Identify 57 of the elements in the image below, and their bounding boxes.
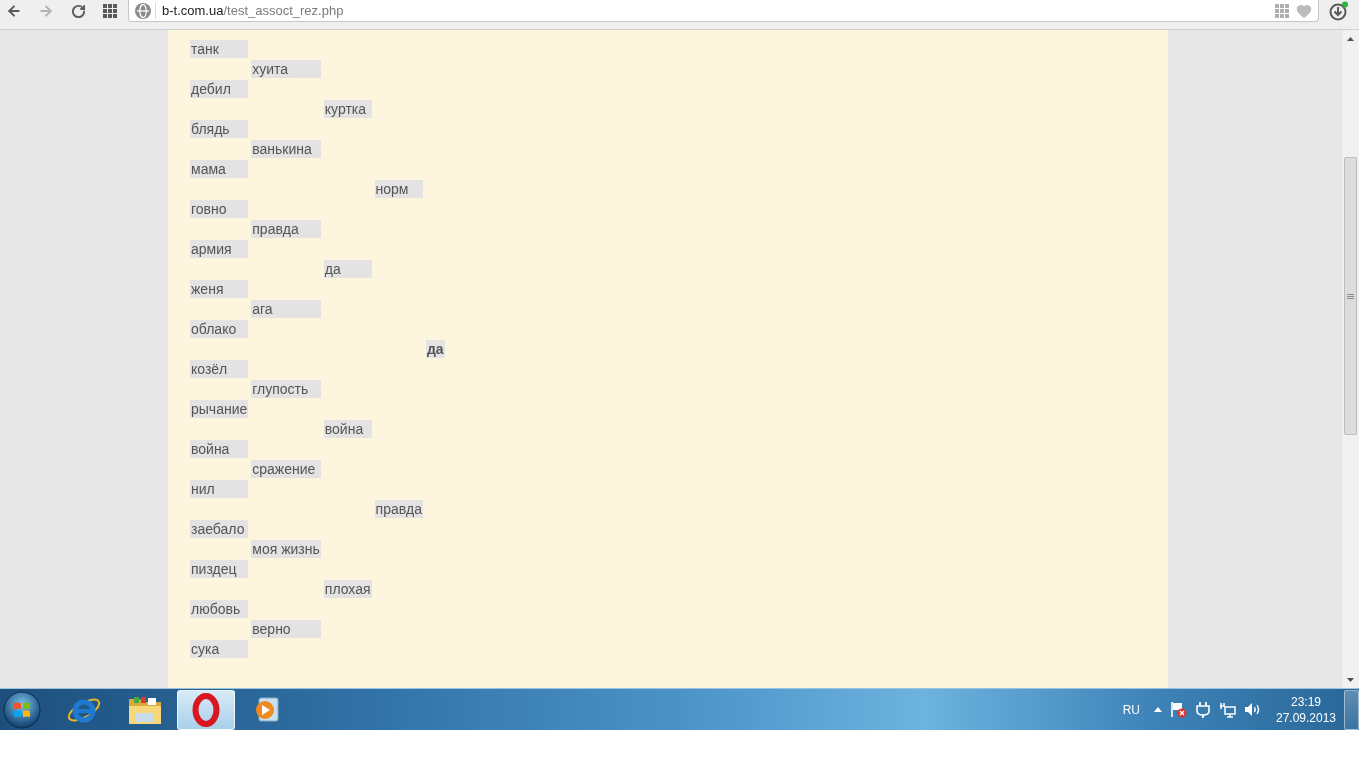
arrow-left-icon <box>6 3 22 19</box>
plug-icon[interactable] <box>1195 701 1211 718</box>
speaker-icon[interactable] <box>1244 702 1261 717</box>
reload-icon <box>70 3 86 19</box>
language-indicator[interactable]: RU <box>1122 702 1140 717</box>
flag-icon[interactable] <box>1170 701 1187 718</box>
orb-icon <box>3 690 41 729</box>
play-icon <box>255 696 279 723</box>
word-cell: танк <box>190 40 249 58</box>
word-cell: блядь <box>190 120 249 138</box>
word-cell: облако <box>190 320 249 338</box>
taskbar-app-button[interactable] <box>177 689 235 730</box>
word-cell: козёл <box>190 360 249 378</box>
down-arrow-icon[interactable] <box>1347 677 1354 682</box>
word-cell: правда <box>251 220 321 238</box>
caret-icon[interactable] <box>1154 707 1162 712</box>
scrollbar[interactable] <box>1341 30 1359 688</box>
grid-icon <box>103 4 117 18</box>
word-cell: ага <box>251 300 321 318</box>
folder-icon <box>128 694 162 725</box>
url-text: b-t.com.ua/test_assoct_rez.php <box>162 3 345 18</box>
word-cell: ванькина <box>251 140 321 158</box>
arrow-right-icon <box>38 3 54 19</box>
clock-button[interactable]: 23:19 27.09.2013 <box>1273 693 1339 726</box>
word-cell: нил <box>190 480 249 498</box>
word-cell: говно <box>190 200 249 218</box>
globe-icon <box>135 2 151 19</box>
scroll-thumb[interactable] <box>1344 157 1357 435</box>
word-cell: да <box>323 260 372 278</box>
word-cell: война <box>323 420 372 438</box>
word-cell: женя <box>190 280 249 298</box>
word-cell: война <box>190 440 249 458</box>
word-cell: верно <box>251 620 321 638</box>
word-cell: сука <box>190 640 249 658</box>
word-cell: пиздец <box>190 560 249 578</box>
word-cell: дебил <box>190 80 249 98</box>
word-cell: хуита <box>251 60 321 78</box>
word-cell: заебало <box>190 520 249 538</box>
word-cell: да <box>425 340 445 358</box>
network-icon[interactable] <box>1219 701 1236 718</box>
ring-icon <box>192 692 220 727</box>
word-cell: армия <box>190 240 249 258</box>
word-cell: плохая <box>323 580 372 598</box>
up-arrow-icon[interactable] <box>1347 36 1354 41</box>
show-desktop-button[interactable] <box>1344 689 1359 730</box>
word-cell: глупость <box>251 380 321 398</box>
word-cell: сражение <box>251 460 321 478</box>
download-icon <box>1329 1 1349 21</box>
word-cell: моя жизнь <box>251 540 321 558</box>
word-cell: правда <box>374 500 423 518</box>
word-cell: любовь <box>190 600 249 618</box>
word-cell: мама <box>190 160 249 178</box>
grip-icon <box>1347 293 1354 299</box>
word-cell: рычание <box>190 400 249 418</box>
word-cell: куртка <box>323 100 372 118</box>
start-button[interactable] <box>0 689 44 730</box>
word-cell: норм <box>374 180 423 198</box>
